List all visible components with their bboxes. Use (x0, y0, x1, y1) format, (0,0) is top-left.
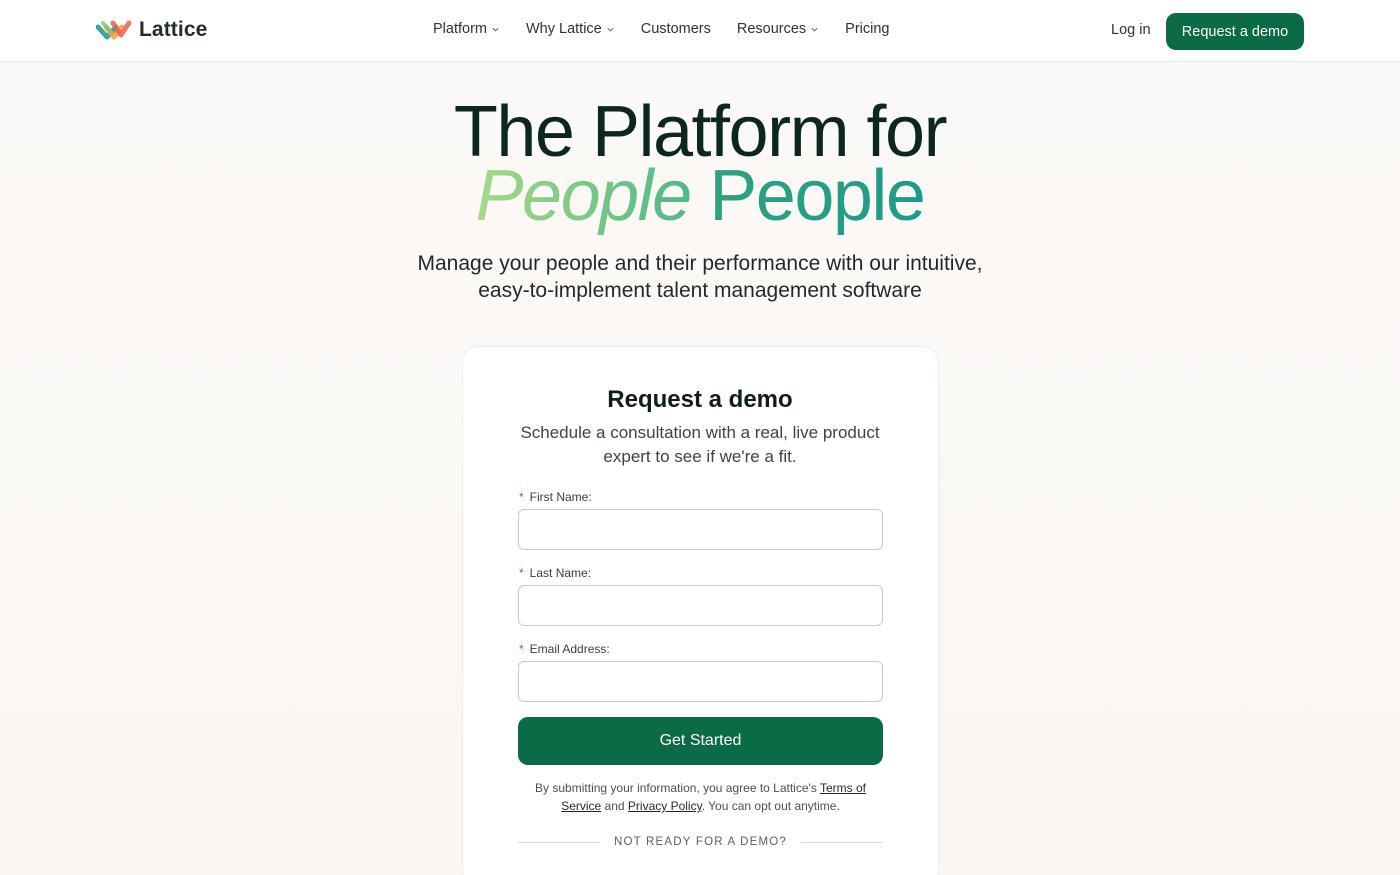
email-field[interactable] (518, 661, 883, 702)
nav-item-label: Why Lattice (526, 21, 602, 37)
form-subtitle: Schedule a consultation with a real, liv… (520, 423, 880, 466)
logo-text: Lattice (139, 18, 208, 41)
lattice-logo-icon (96, 20, 132, 40)
nav-item-label: Resources (736, 21, 807, 37)
nav-item-customers[interactable]: Customers (641, 21, 711, 37)
email-label: * Email Address: (519, 642, 610, 656)
nav-item-label: Customers (640, 21, 711, 37)
nav-item-resources[interactable]: Resources (737, 21, 819, 37)
divider-line-left (518, 841, 600, 843)
hero-title-gradient: People (709, 156, 926, 236)
last-name-label: * Last Name: (519, 566, 591, 580)
privacy-policy-link[interactable]: Privacy Policy (628, 799, 702, 813)
last-name-field[interactable] (518, 585, 883, 626)
hero-title-line2: People People (0, 160, 1400, 232)
nav-item-label: Pricing (845, 21, 890, 37)
first-name-label-text: First Name: (529, 490, 592, 504)
hero-subtitle: Manage your people and their performance… (417, 252, 983, 302)
required-marker: * (519, 566, 524, 580)
last-name-label-text: Last Name: (529, 566, 592, 580)
not-ready-divider: NOT READY FOR A DEMO? (518, 834, 884, 850)
email-label-text: Email Address: (529, 642, 610, 656)
chevron-down-icon (607, 27, 614, 32)
nav-item-pricing[interactable]: Pricing (845, 21, 889, 37)
legal-text: By submitting your information, you agre… (528, 779, 873, 815)
chevron-down-icon (811, 27, 818, 32)
required-marker: * (519, 490, 524, 504)
hero-title: The Platform for People People (0, 96, 1400, 232)
legal-and: and (601, 799, 628, 813)
top-navigation: Lattice Platform Why Lattice Customers R… (0, 0, 1400, 62)
login-link[interactable]: Log in (1111, 22, 1151, 38)
get-started-button[interactable]: Get Started (518, 717, 883, 765)
legal-prefix: By submitting your information, you agre… (535, 781, 820, 795)
required-marker: * (519, 642, 524, 656)
nav-item-platform[interactable]: Platform (433, 21, 500, 37)
divider-text: NOT READY FOR A DEMO? (613, 836, 788, 848)
request-demo-button[interactable]: Request a demo (1166, 13, 1304, 50)
logo[interactable]: Lattice (96, 17, 207, 43)
first-name-label: * First Name: (519, 490, 592, 504)
divider-line-right (801, 841, 884, 843)
hero-title-italic: People (475, 156, 693, 236)
nav-item-why-lattice[interactable]: Why Lattice (526, 21, 615, 37)
nav-links: Platform Why Lattice Customers Resources… (433, 21, 916, 37)
form-title: Request a demo (607, 386, 793, 413)
legal-suffix: . You can opt out anytime. (701, 799, 840, 813)
nav-item-label: Platform (433, 21, 487, 37)
chevron-down-icon (492, 27, 499, 32)
first-name-field[interactable] (518, 509, 883, 550)
